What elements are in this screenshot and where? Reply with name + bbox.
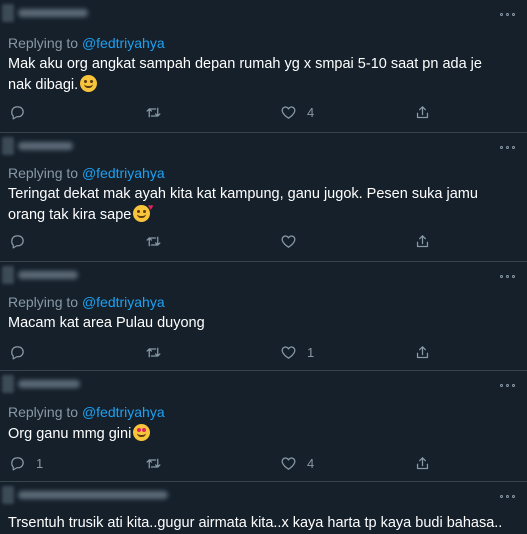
more-icon[interactable] [497,271,517,281]
tweet-text-content: Teringat dekat mak ayah kita kat kampung… [8,186,478,223]
retweet-button[interactable] [145,100,172,124]
like-count: 4 [307,455,315,471]
replying-handle-link[interactable]: @fedtriyahya [82,404,165,420]
replying-prefix: Replying to [8,165,79,181]
avatar[interactable] [2,486,14,504]
reply-icon [11,234,24,249]
tweet-actions [0,229,527,253]
more-icon[interactable] [497,142,517,152]
reply-count: 1 [36,455,44,471]
avatar[interactable] [2,266,14,284]
retweet-icon [146,347,161,357]
tweet-header [0,133,527,161]
tweet-text-content: Trsentuh trusik ati kita..gugur airmata … [8,515,503,531]
tweet-text: Org ganu mmg gini [8,424,508,445]
avatar[interactable] [2,4,14,22]
timeline: Replying to @fedtriyahya Mak aku org ang… [0,0,527,534]
more-icon[interactable] [497,9,517,19]
share-icon [416,105,429,118]
like-button[interactable]: 4 [280,100,314,124]
smiling-face-with-hearts-emoji: ♥ [133,203,153,222]
heart-icon [281,345,296,359]
tweet-header [0,262,527,290]
heart-icon [281,234,296,248]
replying-prefix: Replying to [8,294,79,310]
tweet-text-content: Mak aku org angkat sampah depan rumah yg… [8,56,482,93]
retweet-icon [146,458,161,468]
retweet-button[interactable] [145,451,172,475]
reply-tweet[interactable]: Replying to @fedtriyahya Mak aku org ang… [0,0,527,133]
like-button[interactable] [280,229,307,253]
tweet-header [0,371,527,399]
reply-icon [11,456,24,471]
more-icon[interactable] [497,491,517,501]
reply-tweet[interactable]: Replying to @fedtriyahya Macam kat area … [0,262,527,371]
smiling-face-emoji [80,75,98,92]
retweet-button[interactable] [145,340,172,364]
reply-tweet[interactable]: Trsentuh trusik ati kita..gugur airmata … [0,482,527,534]
retweet-icon [146,236,161,246]
avatar[interactable] [2,375,14,393]
heart-eyes-emoji [133,424,151,441]
tweet-header [0,482,527,510]
heart-icon [281,456,296,470]
blurred-username [18,491,168,499]
replying-to: Replying to @fedtriyahya [8,294,165,310]
tweet-header [0,0,527,28]
reply-button[interactable]: 1 [9,451,43,475]
blurred-username [18,380,80,388]
like-button[interactable]: 1 [280,340,314,364]
tweet-actions: 4 [0,100,527,124]
reply-button[interactable] [9,100,36,124]
tweet-text-content: Org ganu mmg gini [8,426,132,442]
share-button[interactable] [414,340,431,364]
more-icon[interactable] [497,380,517,390]
replying-prefix: Replying to [8,35,79,51]
replying-to: Replying to @fedtriyahya [8,165,165,181]
avatar[interactable] [2,137,14,155]
reply-button[interactable] [9,229,36,253]
share-icon [416,234,429,247]
share-button[interactable] [414,100,431,124]
reply-button[interactable] [9,340,36,364]
retweet-icon [146,107,161,117]
replying-handle-link[interactable]: @fedtriyahya [82,294,165,310]
tweet-actions: 1 4 [0,451,527,475]
tweet-text: Macam kat area Pulau duyong [8,313,508,334]
reply-icon [11,345,24,360]
replying-to: Replying to @fedtriyahya [8,404,165,420]
share-icon [416,345,429,358]
tweet-text: Teringat dekat mak ayah kita kat kampung… [8,184,498,226]
replying-handle-link[interactable]: @fedtriyahya [82,165,165,181]
tweet-actions: 1 [0,340,527,364]
blurred-username [18,142,73,150]
like-count: 4 [307,104,315,120]
reply-tweet[interactable]: Replying to @fedtriyahya Org ganu mmg gi… [0,371,527,482]
blurred-username [18,271,78,279]
retweet-button[interactable] [145,229,172,253]
heart-icon [281,105,296,119]
replying-to: Replying to @fedtriyahya [8,35,165,51]
replying-prefix: Replying to [8,404,79,420]
reply-icon [11,105,24,120]
tweet-text: Trsentuh trusik ati kita..gugur airmata … [8,513,523,534]
like-button[interactable]: 4 [280,451,314,475]
share-button[interactable] [414,229,431,253]
replying-handle-link[interactable]: @fedtriyahya [82,35,165,51]
blurred-username [18,9,88,17]
tweet-text: Mak aku org angkat sampah depan rumah yg… [8,54,508,96]
share-button[interactable] [414,451,431,475]
reply-tweet[interactable]: Replying to @fedtriyahya Teringat dekat … [0,133,527,262]
share-icon [416,456,429,469]
tweet-text-content: Macam kat area Pulau duyong [8,315,205,331]
like-count: 1 [307,344,315,360]
